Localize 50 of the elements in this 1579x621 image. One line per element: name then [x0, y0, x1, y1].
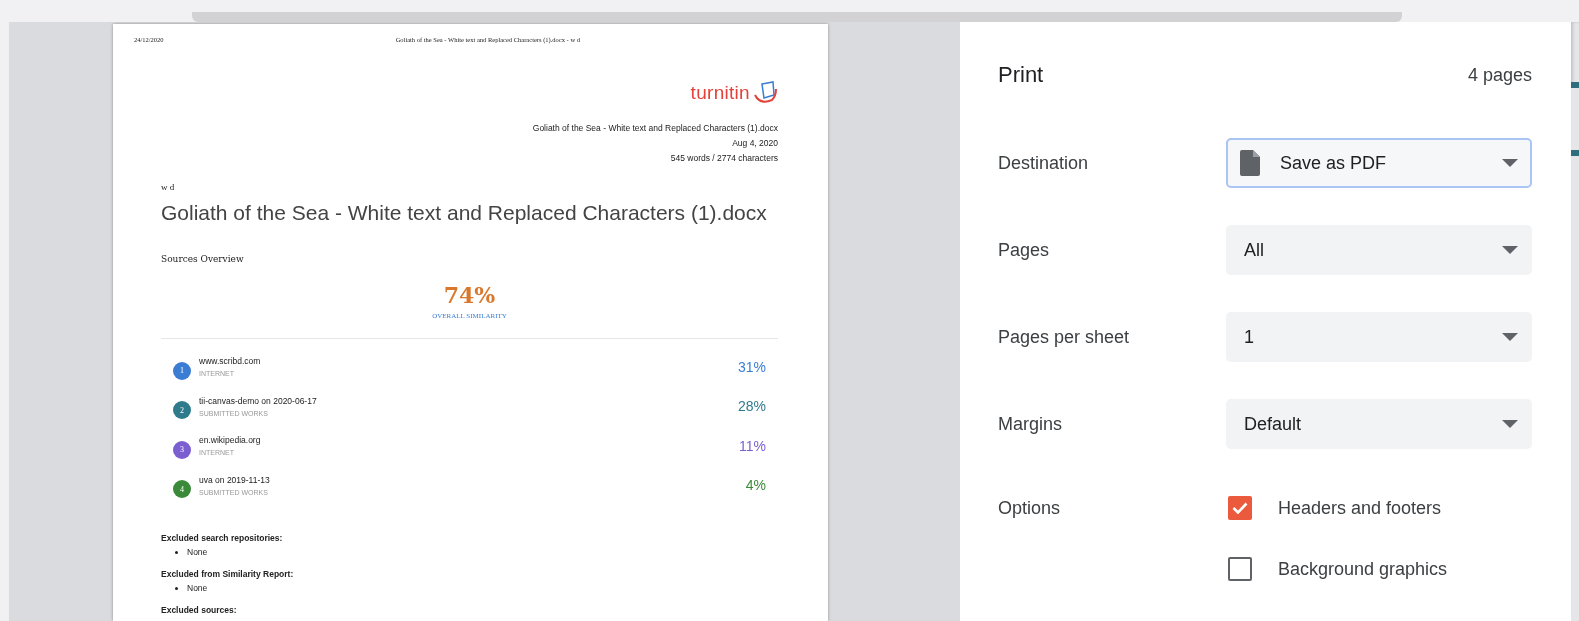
source-name: www.scribd.com	[199, 356, 262, 367]
caret-icon	[1502, 333, 1518, 341]
bullet-icon	[175, 586, 178, 590]
dropdown[interactable]: All	[1226, 225, 1532, 275]
page-logo-icon	[752, 81, 778, 105]
scrollbar[interactable]	[192, 12, 1402, 22]
document-meta: Aug 4, 2020	[732, 137, 778, 150]
exclusion-item: None	[187, 583, 208, 593]
setting-label: Pages per sheet	[998, 326, 1131, 348]
bullet-icon	[175, 550, 178, 554]
document-meta: 545 words / 2774 characters	[670, 152, 778, 165]
exclusion-heading: Excluded from Similarity Report:	[161, 569, 295, 579]
page-count: 4 pages	[1467, 64, 1532, 86]
dropdown[interactable]: 1	[1226, 312, 1532, 362]
option-label[interactable]: Headers and footers	[1278, 497, 1442, 519]
exclusion-heading: Excluded search repositories:	[161, 533, 284, 543]
exclusion-heading: Excluded sources:	[161, 605, 238, 615]
setting-label: Pages	[998, 239, 1051, 261]
document-icon	[1240, 150, 1260, 176]
checkbox[interactable]	[1228, 557, 1252, 581]
caret-icon	[1502, 420, 1518, 428]
section-heading: Sources Overview	[161, 254, 245, 264]
setting-label: Margins	[998, 413, 1064, 435]
checkbox[interactable]	[1228, 496, 1252, 520]
caret-icon	[1502, 159, 1518, 167]
dropdown[interactable]: Save as PDF	[1226, 138, 1532, 188]
setting-label: Destination	[998, 152, 1090, 174]
dropdown[interactable]: Default	[1226, 399, 1532, 449]
similarity-score: 74%	[443, 282, 496, 308]
check-icon	[1232, 502, 1248, 514]
option-label[interactable]: Background graphics	[1278, 558, 1448, 580]
caret-icon	[1502, 246, 1518, 254]
author-name: w d	[161, 182, 176, 192]
source-percentage: 11%	[739, 437, 766, 454]
source-number-badge: 2	[173, 401, 191, 420]
source-name: tii-canvas-demo on 2020-06-17	[199, 395, 318, 406]
source-percentage: 28%	[737, 398, 766, 415]
panel-title: Print	[998, 62, 1044, 88]
source-percentage: 31%	[737, 358, 766, 375]
source-number-badge: 4	[173, 480, 191, 499]
exclusion-item: None	[187, 547, 208, 557]
setting-label: Options	[998, 497, 1062, 519]
source-number-badge: 3	[173, 440, 191, 459]
source-name: uva on 2019-11-13	[199, 474, 271, 485]
document-meta: Goliath of the Sea - White text and Replaced Characters (1).docx	[532, 122, 778, 135]
document-title: Goliath of the Sea - White text and Replaced Characters (1).docx	[161, 201, 768, 225]
source-percentage: 4%	[745, 477, 766, 494]
source-name: en.wikipedia.org	[199, 435, 262, 446]
logo-text: turnitin	[690, 82, 750, 104]
source-number-badge: 1	[173, 361, 191, 380]
